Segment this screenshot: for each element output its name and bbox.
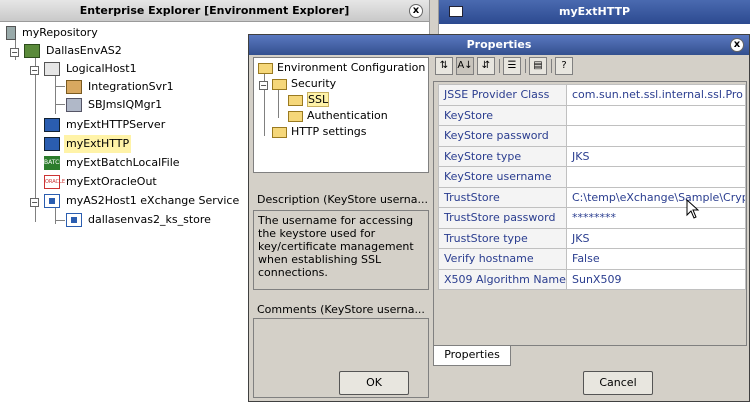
property-value[interactable] xyxy=(566,125,746,147)
keystore-icon xyxy=(66,213,82,227)
property-name: X509 Algorithm Name xyxy=(438,268,567,290)
property-row[interactable]: JSSE Provider Class com.sun.net.ssl.inter… xyxy=(438,84,746,106)
integration-server-icon xyxy=(66,80,82,94)
folder-icon xyxy=(258,62,273,74)
repository-icon xyxy=(6,26,16,40)
explorer-title-bar: Enterprise Explorer [Environment Explore… xyxy=(0,0,429,22)
tree-item-as2-host[interactable]: myAS2Host1 eXchange Service xyxy=(44,192,241,210)
property-value[interactable]: C:\temp\eXchange\Sample\Cryp xyxy=(566,186,746,208)
exchange-service-icon xyxy=(44,194,60,208)
sort-reverse-icon[interactable]: ⇵ xyxy=(477,57,495,75)
panel-view-icon[interactable]: ▤ xyxy=(529,57,547,75)
tree-item-environment-configuration[interactable]: Environment Configuration xyxy=(258,60,425,76)
properties-table: JSSE Provider Class com.sun.net.ssl.inter… xyxy=(438,84,746,290)
property-row[interactable]: KeyStore xyxy=(438,104,746,126)
comments-label: Comments (KeyStore userna... xyxy=(257,303,425,316)
property-value[interactable]: JKS xyxy=(566,145,746,167)
logical-host-icon xyxy=(44,62,60,76)
cancel-button[interactable]: Cancel xyxy=(583,371,653,395)
dialog-close-icon[interactable]: x xyxy=(730,38,744,52)
collapse-logical-host-icon[interactable]: − xyxy=(30,66,39,75)
folder-icon xyxy=(272,78,287,90)
property-row[interactable]: X509 Algorithm Name SunX509 xyxy=(438,268,746,290)
sort-alphabetical-icon[interactable]: A↓ xyxy=(456,57,474,75)
tree-item-authentication[interactable]: Authentication xyxy=(288,108,388,124)
explorer-close-icon[interactable]: x xyxy=(409,4,423,18)
property-name: KeyStore password xyxy=(438,125,567,147)
property-value[interactable]: False xyxy=(566,248,746,270)
external-system-icon xyxy=(44,137,60,151)
tree-item-repository[interactable]: myRepository xyxy=(6,24,100,42)
tree-item-http-settings[interactable]: HTTP settings xyxy=(272,124,367,140)
tree-item-ext-batch[interactable]: BATCH myExtBatchLocalFile xyxy=(44,154,182,172)
batch-icon: BATCH xyxy=(44,156,64,170)
property-value[interactable] xyxy=(566,104,746,126)
tree-item-ext-http-server[interactable]: myExtHTTPServer xyxy=(44,116,167,134)
folder-icon xyxy=(288,94,303,106)
property-value[interactable]: ******** xyxy=(566,207,746,229)
property-name: TrustStore xyxy=(438,186,567,208)
property-value[interactable]: SunX509 xyxy=(566,268,746,290)
description-label: Description (KeyStore userna... xyxy=(257,193,428,206)
property-row[interactable]: KeyStore username xyxy=(438,166,746,188)
editor-title-bar: myExtHTTP xyxy=(439,0,750,24)
collapse-as2-host-icon[interactable]: − xyxy=(30,198,39,207)
environment-icon xyxy=(24,44,40,58)
description-text: The username for accessing the keystore … xyxy=(253,210,429,290)
collapse-environment-icon[interactable]: − xyxy=(10,48,19,57)
tree-item-environment[interactable]: DallasEnvAS2 xyxy=(24,42,124,60)
tab-properties[interactable]: Properties xyxy=(433,346,511,366)
dialog-title-bar: Properties x xyxy=(249,35,749,55)
oracle-icon: ORACLE xyxy=(44,175,65,189)
jms-manager-icon xyxy=(66,98,82,112)
window-icon xyxy=(449,6,463,17)
collapse-security-icon[interactable]: − xyxy=(259,81,268,90)
folder-icon xyxy=(288,110,303,122)
show-list-icon[interactable]: ☰ xyxy=(503,57,521,75)
property-value[interactable] xyxy=(566,166,746,188)
sort-categories-icon[interactable]: ⇅ xyxy=(435,57,453,75)
property-name: JSSE Provider Class xyxy=(438,84,567,106)
help-icon[interactable]: ? xyxy=(555,57,573,75)
tree-item-ext-http[interactable]: myExtHTTP xyxy=(44,135,132,153)
property-name: KeyStore xyxy=(438,104,567,126)
tree-item-logical-host[interactable]: LogicalHost1 xyxy=(44,60,139,78)
configuration-tree: Environment Configuration − Security SSL… xyxy=(253,57,429,173)
property-name: Verify hostname xyxy=(438,248,567,270)
property-row[interactable]: KeyStore password xyxy=(438,125,746,147)
property-value[interactable]: JKS xyxy=(566,227,746,249)
mouse-cursor-icon xyxy=(686,199,700,219)
tree-item-security[interactable]: Security xyxy=(272,76,336,92)
tree-item-ks-store[interactable]: dallasenvas2_ks_store xyxy=(66,211,213,229)
tree-item-integration-server[interactable]: IntegrationSvr1 xyxy=(66,78,176,96)
explorer-title: Enterprise Explorer [Environment Explore… xyxy=(79,4,350,17)
editor-title: myExtHTTP xyxy=(558,5,631,18)
tree-item-ext-oracle[interactable]: ORACLEmyExtOracleOut xyxy=(44,173,159,191)
property-name: TrustStore type xyxy=(438,227,567,249)
property-name: KeyStore username xyxy=(438,166,567,188)
tree-item-jms-manager[interactable]: SBJmsIQMgr1 xyxy=(66,96,164,114)
property-row[interactable]: Verify hostname False xyxy=(438,248,746,270)
property-name: KeyStore type xyxy=(438,145,567,167)
tree-item-ssl[interactable]: SSL xyxy=(288,92,330,108)
external-system-icon xyxy=(44,118,60,132)
properties-dialog: Properties x Environment Configuration −… xyxy=(248,34,750,402)
property-row[interactable]: TrustStore type JKS xyxy=(438,227,746,249)
property-row[interactable]: KeyStore type JKS xyxy=(438,145,746,167)
property-value[interactable]: com.sun.net.ssl.internal.ssl.Pro xyxy=(566,84,746,106)
folder-icon xyxy=(272,126,287,138)
property-name: TrustStore password xyxy=(438,207,567,229)
dialog-title: Properties xyxy=(466,38,532,51)
ok-button[interactable]: OK xyxy=(339,371,409,395)
